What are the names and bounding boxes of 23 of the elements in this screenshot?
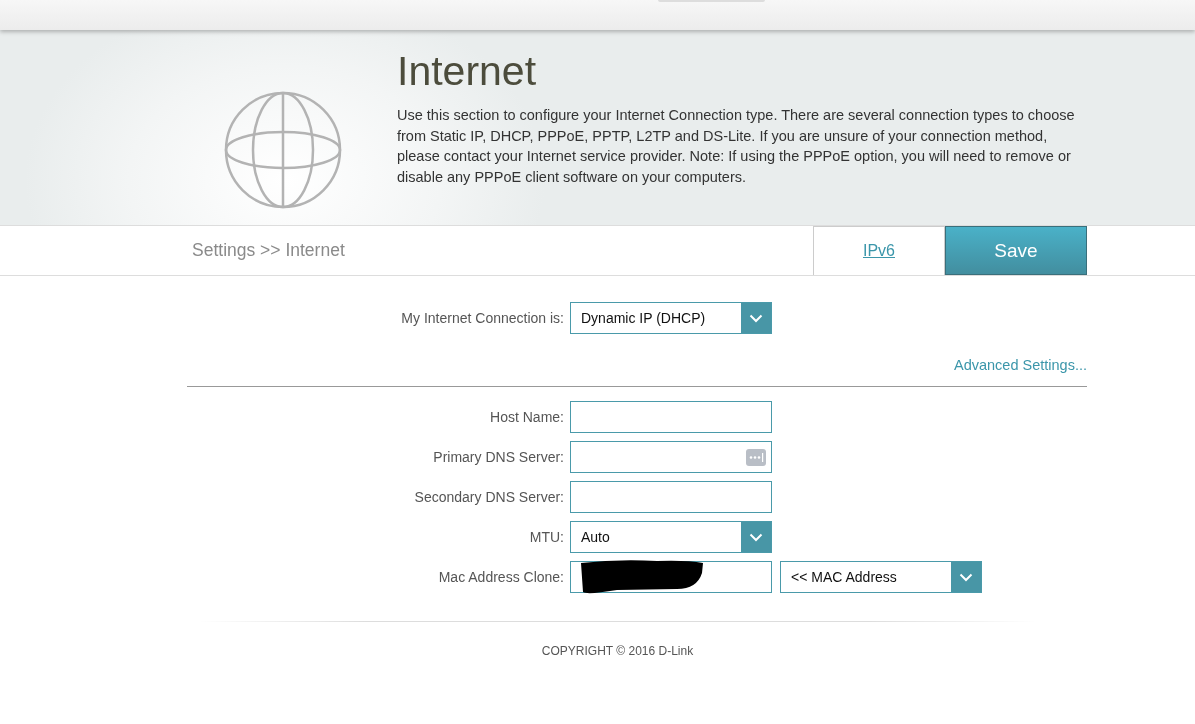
- copyright-text: COPYRIGHT © 2016 D-Link: [541, 644, 694, 658]
- field-label: Host Name:: [489, 409, 565, 425]
- input-field[interactable]: [570, 401, 772, 433]
- field-label: Mac Address Clone:: [437, 569, 565, 585]
- chevron-down-icon: [749, 313, 763, 323]
- input-field[interactable]: [570, 481, 772, 513]
- field-label: My Internet Connection is:: [400, 310, 565, 326]
- breadcrumb: Settings >> Internet: [192, 240, 345, 261]
- dropdown[interactable]: << MAC Address: [780, 561, 982, 593]
- field-label: MTU:: [528, 529, 565, 545]
- page-title: Internet: [397, 48, 538, 95]
- field-label: Secondary DNS Server:: [413, 489, 565, 505]
- dropdown[interactable]: Auto: [570, 521, 772, 553]
- chevron-down-icon: [749, 532, 763, 542]
- field-label: Primary DNS Server:: [432, 449, 565, 465]
- chevron-down-icon: [959, 572, 973, 582]
- autofill-icon[interactable]: [746, 449, 766, 466]
- input-field[interactable]: [570, 441, 772, 473]
- globe-icon: [223, 90, 343, 210]
- page-description: Use this section to configure your Internet Connection type. There are several connection types to choose from Static IP, DHCP, PPPoE, PPTP, L2TP and DS-Lite. If you are unsure of your connection method, please contact your Internet service provider. Note: If using the PPPoE option, you will need to remove or disable any PPPoE client software on your computers.: [397, 106, 1076, 187]
- input-field[interactable]: [570, 561, 772, 593]
- advanced-settings-link[interactable]: Advanced Settings...: [954, 357, 1087, 373]
- dropdown[interactable]: Dynamic IP (DHCP): [570, 302, 772, 334]
